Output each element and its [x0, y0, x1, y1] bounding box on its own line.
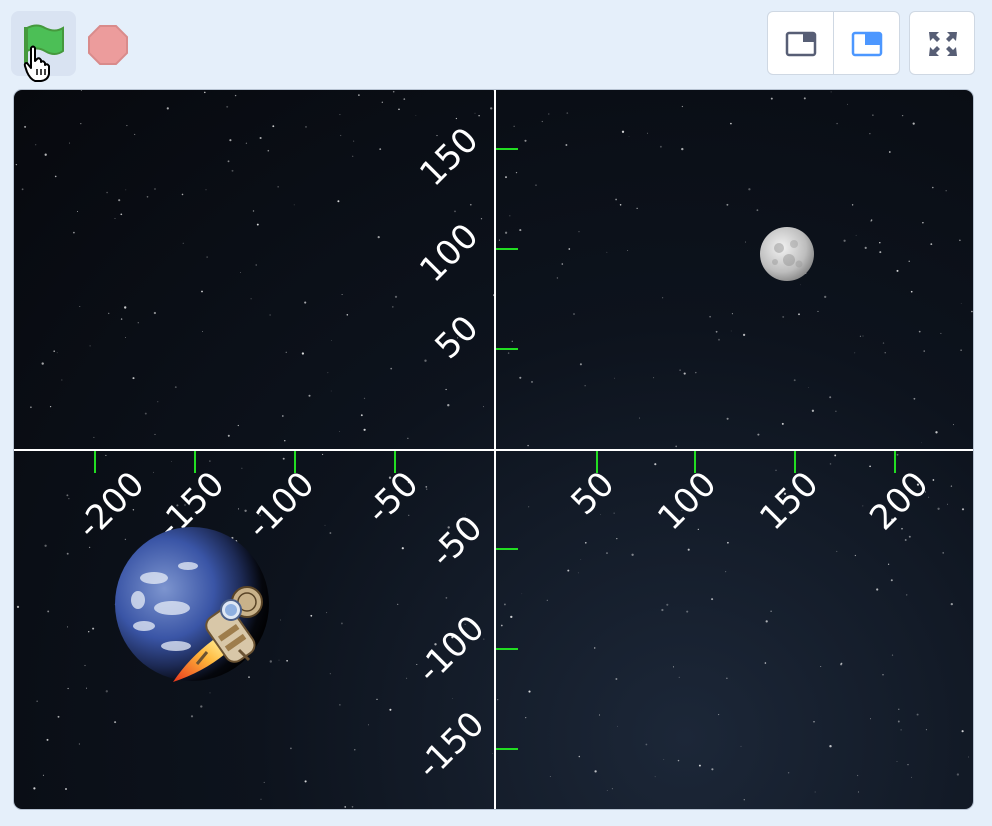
x-label: 200	[862, 464, 936, 538]
stop-button[interactable]	[84, 24, 132, 66]
star	[669, 809, 671, 810]
small-stage-icon	[785, 31, 817, 57]
stage[interactable]: -200 -150 -100 -50 50 100 150 200 150 10…	[13, 89, 974, 810]
x-label: 50	[563, 464, 622, 523]
x-label: 150	[752, 464, 826, 538]
stage-size-toggle	[767, 11, 900, 75]
x-label: 100	[650, 464, 724, 538]
hand-cursor-icon	[23, 45, 50, 82]
stage-toolbar	[0, 0, 992, 84]
y-label: -150	[410, 704, 493, 787]
rocket-cat-sprite[interactable]	[169, 580, 279, 685]
x-label: -50	[359, 464, 427, 532]
normal-stage-button[interactable]	[833, 12, 899, 74]
fullscreen-icon	[929, 32, 957, 56]
coordinate-grid: -200 -150 -100 -50 50 100 150 200 150 10…	[14, 90, 973, 809]
y-label: 50	[427, 308, 486, 367]
stop-sign-icon	[88, 25, 128, 65]
y-label: -50	[423, 508, 491, 576]
y-label: -100	[410, 608, 493, 691]
normal-stage-icon	[851, 31, 883, 57]
moon-sprite[interactable]	[759, 226, 815, 282]
small-stage-button[interactable]	[768, 12, 833, 74]
y-label: 100	[412, 216, 486, 290]
y-label: 150	[412, 120, 486, 194]
fullscreen-button[interactable]	[909, 11, 975, 75]
